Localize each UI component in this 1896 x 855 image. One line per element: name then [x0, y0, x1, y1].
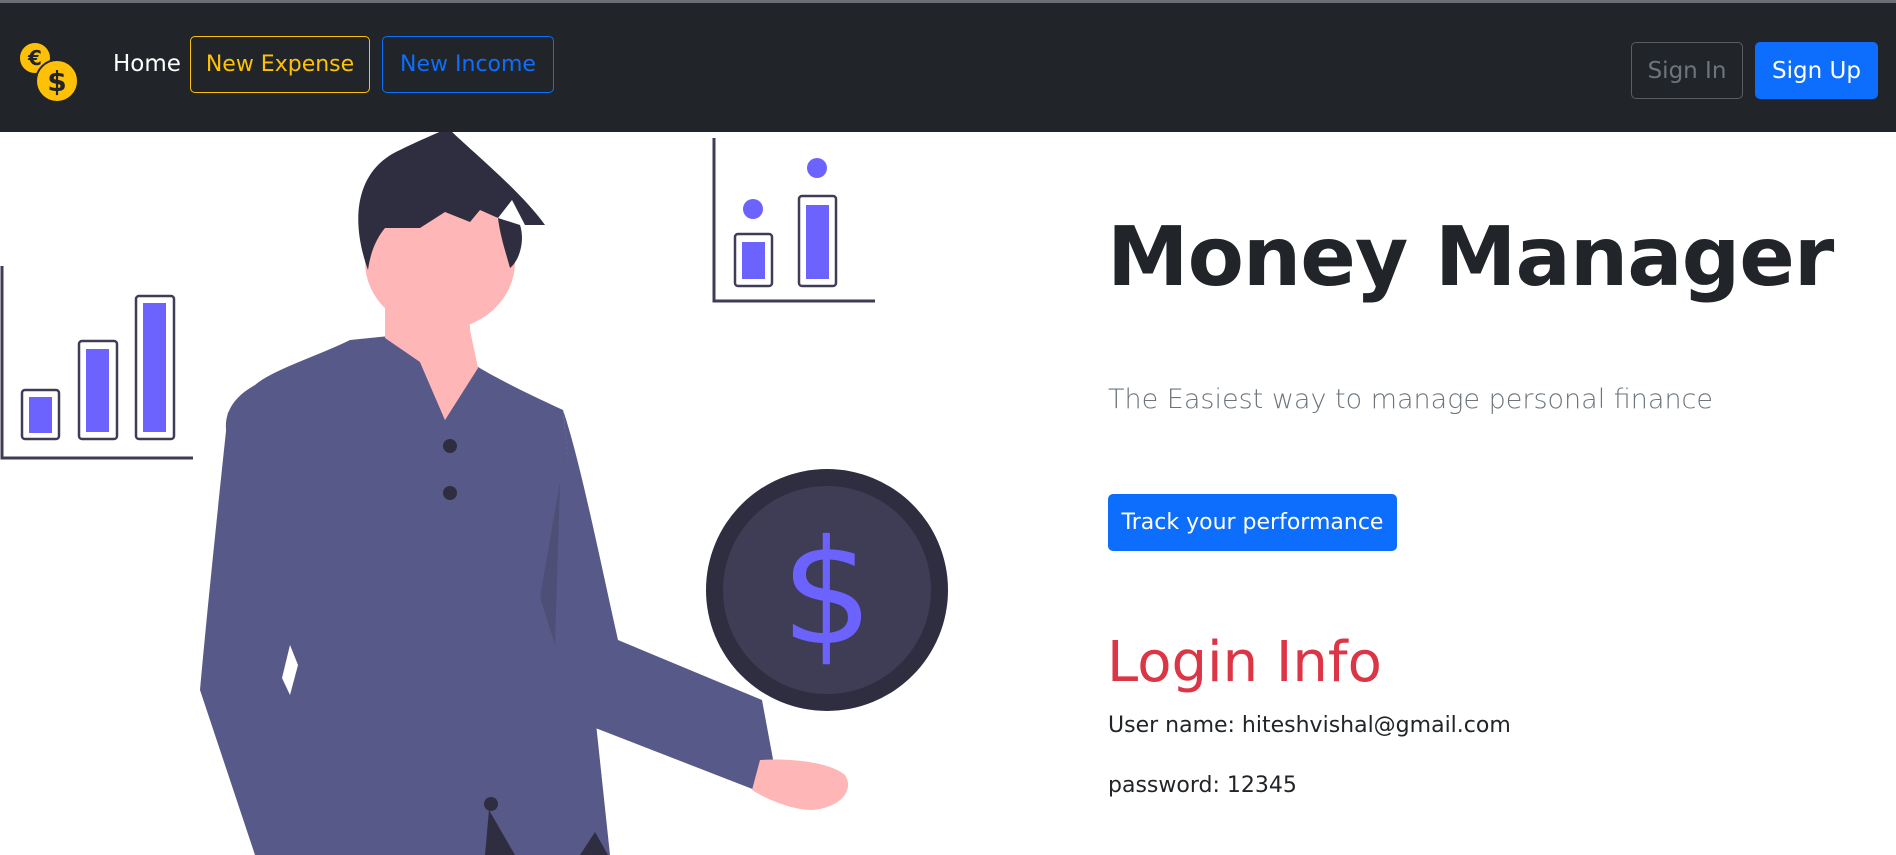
login-info-heading: Login Info — [1107, 630, 1382, 695]
new-income-button[interactable]: New Income — [382, 36, 554, 93]
login-username-text: User name: hiteshvishal@gmail.com — [1108, 713, 1511, 738]
page-title: Money Manager — [1107, 210, 1834, 305]
login-password-text: password: 12345 — [1108, 773, 1297, 798]
coins-logo-icon[interactable]: € $ — [15, 39, 81, 105]
sign-in-button[interactable]: Sign In — [1631, 42, 1743, 99]
svg-text:€: € — [27, 46, 42, 70]
svg-text:$: $ — [47, 65, 66, 98]
nav-home-link[interactable]: Home — [113, 51, 181, 77]
hero-tagline: The Easiest way to manage personal finan… — [1108, 384, 1714, 415]
bar-chart-top-icon — [712, 138, 875, 303]
bar-chart-left-icon — [0, 266, 193, 460]
track-performance-button[interactable]: Track your performance — [1108, 494, 1397, 551]
navbar: € $ Home New Expense New Income Sign In … — [0, 3, 1896, 132]
sign-up-button[interactable]: Sign Up — [1755, 42, 1878, 99]
dollar-coin-icon: $ — [706, 469, 948, 711]
new-expense-button[interactable]: New Expense — [190, 36, 370, 93]
coin-dollar-symbol: $ — [781, 509, 873, 678]
hero-illustration: $ — [0, 132, 948, 855]
